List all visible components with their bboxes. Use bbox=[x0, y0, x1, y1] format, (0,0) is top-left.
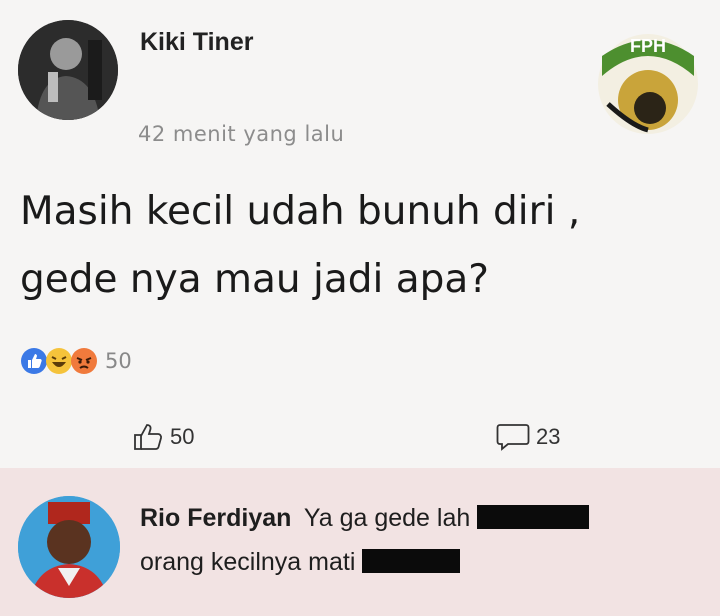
comment-count: 23 bbox=[536, 424, 561, 449]
comment-text: Rio Ferdiyan Ya ga gede lah orang keciln… bbox=[140, 496, 700, 584]
page-logo: FPH bbox=[592, 26, 704, 138]
reaction-count: 50 bbox=[105, 349, 132, 373]
like-count: 50 bbox=[170, 424, 195, 449]
post-timestamp: 42 menit yang lalu bbox=[138, 122, 345, 146]
author-avatar[interactable] bbox=[18, 20, 118, 120]
post-text-line-1: Masih kecil udah bunuh diri , bbox=[20, 189, 581, 234]
comment-bubble-icon bbox=[496, 424, 530, 451]
thumbs-up-icon bbox=[134, 424, 162, 450]
comment-item: Rio Ferdiyan Ya ga gede lah orang keciln… bbox=[0, 468, 720, 616]
post-text-line-2: gede nya mau jadi apa? bbox=[20, 257, 489, 302]
comment-text-part-1: Ya ga gede lah bbox=[303, 504, 471, 532]
comment-text-part-2: orang kecilnya mati bbox=[140, 548, 356, 576]
post-card: Kiki Tiner 42 menit yang lalu FPH Masih … bbox=[0, 0, 720, 470]
reaction-summary[interactable]: 50 bbox=[20, 344, 132, 378]
commenter-avatar[interactable] bbox=[18, 496, 120, 598]
laugh-icon bbox=[45, 347, 73, 375]
post-text: Masih kecil udah bunuh diri , gede nya m… bbox=[20, 178, 710, 314]
like-icon bbox=[20, 347, 48, 375]
svg-text:FPH: FPH bbox=[630, 36, 666, 56]
author-name[interactable]: Kiki Tiner bbox=[140, 28, 253, 57]
censor-bar bbox=[362, 549, 461, 574]
commenter-name[interactable]: Rio Ferdiyan bbox=[140, 504, 291, 532]
like-button[interactable]: 50 bbox=[132, 422, 194, 452]
censor-bar bbox=[477, 505, 590, 530]
angry-icon bbox=[70, 347, 98, 375]
comment-button[interactable]: 23 bbox=[496, 422, 560, 452]
